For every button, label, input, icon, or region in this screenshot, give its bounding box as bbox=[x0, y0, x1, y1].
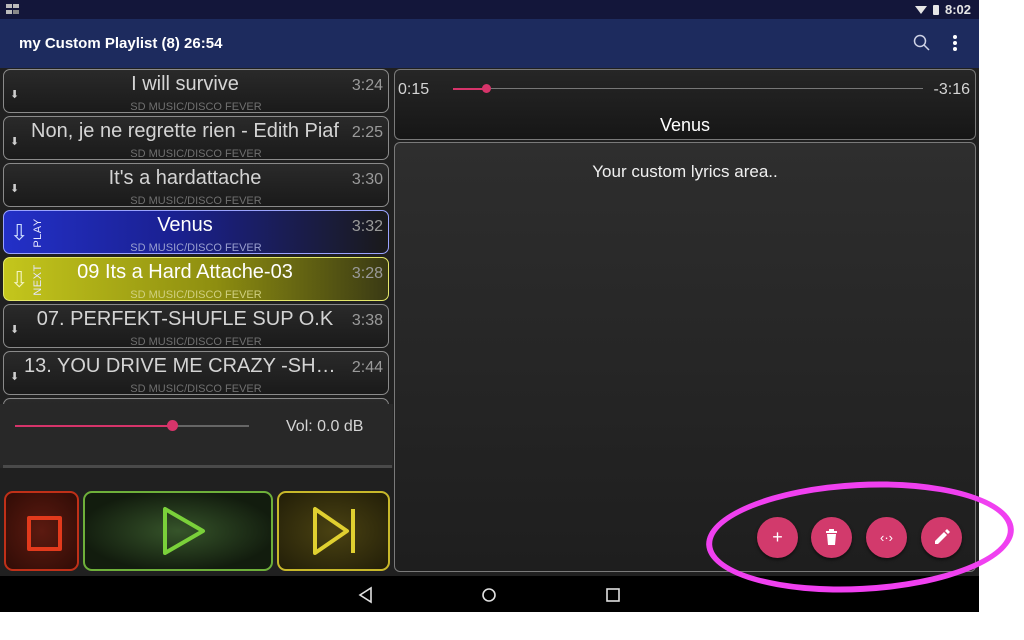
playlist: ⬇ I will survive 3:24 SD MUSIC/DISCO FEV… bbox=[3, 69, 391, 404]
playlist-item[interactable]: ⬇ Non, je ne regrette rien - Edith Piaf … bbox=[3, 116, 389, 160]
playlist-item[interactable]: ⬇ 13. YOU DRIVE ME CRAZY -SHAC… 2:44 SD … bbox=[3, 351, 389, 395]
drag-arrow-icon[interactable]: ⬇ bbox=[10, 370, 19, 383]
drag-arrow-icon[interactable]: ⬇ bbox=[10, 88, 19, 101]
elapsed-time: 0:15 bbox=[398, 81, 430, 98]
divider bbox=[3, 465, 392, 468]
track-duration: 3:38 bbox=[351, 312, 383, 329]
swap-icon: ‹·› bbox=[880, 530, 893, 545]
lyrics-area[interactable]: Your custom lyrics area.. bbox=[394, 142, 976, 572]
device-screen: 8:02 my Custom Playlist (8) 26:54 ⬇ I wi… bbox=[0, 0, 979, 612]
track-folder: SD MUSIC/DISCO FEVER bbox=[130, 383, 262, 395]
status-time: 8:02 bbox=[944, 2, 971, 17]
track-folder: SD MUSIC/DISCO FEVER bbox=[130, 101, 262, 113]
back-icon[interactable] bbox=[355, 584, 377, 606]
seek-slider[interactable] bbox=[453, 84, 923, 93]
app-bar: my Custom Playlist (8) 26:54 bbox=[0, 19, 979, 68]
track-folder: SD MUSIC/DISCO FEVER bbox=[130, 148, 262, 160]
add-button[interactable]: + bbox=[757, 517, 798, 558]
pencil-icon bbox=[935, 529, 950, 544]
remaining-time: -3:16 bbox=[933, 81, 970, 98]
track-title: I will survive bbox=[131, 73, 239, 95]
track-duration: 2:25 bbox=[351, 124, 383, 141]
track-title: It's a hardattache bbox=[108, 167, 262, 189]
volume-slider-fill bbox=[15, 425, 172, 427]
playlist-title: my Custom Playlist (8) 26:54 bbox=[19, 35, 223, 52]
volume-label: Vol: 0.0 dB bbox=[286, 418, 364, 435]
playlist-item-playing[interactable]: ⇩ PLAY Venus 3:32 SD MUSIC/DISCO FEVER bbox=[3, 210, 389, 254]
track-duration: 3:30 bbox=[351, 171, 383, 188]
seek-slider-fill bbox=[453, 88, 486, 90]
track-folder: SD MUSIC/DISCO FEVER bbox=[130, 336, 262, 348]
track-folder: SD MUSIC/DISCO FEVER bbox=[130, 195, 262, 207]
track-duration: 3:32 bbox=[351, 218, 383, 235]
recents-icon[interactable] bbox=[602, 584, 624, 606]
volume-slider[interactable] bbox=[15, 420, 249, 431]
track-title: Venus bbox=[157, 214, 213, 236]
track-title: Non, je ne regrette rien - Edith Piaf bbox=[31, 120, 339, 142]
plus-icon: + bbox=[772, 527, 783, 547]
play-button[interactable] bbox=[83, 491, 273, 571]
skip-next-icon bbox=[313, 507, 355, 555]
trash-icon bbox=[826, 529, 837, 545]
status-bar: 8:02 bbox=[0, 0, 979, 19]
volume-panel: Vol: 0.0 dB bbox=[0, 404, 393, 468]
system-nav-bar bbox=[0, 576, 979, 612]
drag-arrow-icon[interactable]: ⬇ bbox=[10, 182, 19, 195]
search-icon[interactable] bbox=[912, 33, 932, 53]
track-duration: 3:24 bbox=[351, 77, 383, 94]
wifi-icon bbox=[914, 5, 927, 14]
swap-button[interactable]: ‹·› bbox=[866, 517, 907, 558]
playlist-item[interactable]: ⬇ 07. PERFEKT-SHUFLE SUP O.K 3:38 SD MUS… bbox=[3, 304, 389, 348]
edit-button[interactable] bbox=[921, 517, 962, 558]
stop-button[interactable] bbox=[4, 491, 79, 571]
track-title: 13. YOU DRIVE ME CRAZY -SHAC… bbox=[24, 355, 346, 377]
notification-icon bbox=[6, 4, 19, 14]
playlist-item[interactable]: ⬇ I will survive 3:24 SD MUSIC/DISCO FEV… bbox=[3, 69, 389, 113]
drag-arrow-icon[interactable]: ⬇ bbox=[10, 135, 19, 148]
play-icon bbox=[163, 507, 205, 555]
lyrics-placeholder: Your custom lyrics area.. bbox=[592, 162, 778, 181]
track-title: 09 Its a Hard Attache-03 bbox=[77, 261, 293, 283]
now-playing-title: Venus bbox=[659, 115, 711, 135]
battery-icon bbox=[932, 4, 939, 15]
track-duration: 3:28 bbox=[351, 265, 383, 282]
next-button[interactable] bbox=[277, 491, 390, 571]
track-duration: 2:44 bbox=[351, 359, 383, 376]
more-options-icon[interactable] bbox=[946, 33, 964, 53]
track-title: 07. PERFEKT-SHUFLE SUP O.K bbox=[36, 308, 334, 330]
seek-panel: 0:15 -3:16 Venus bbox=[394, 69, 976, 140]
track-folder: SD MUSIC/DISCO FEVER bbox=[130, 289, 262, 301]
delete-button[interactable] bbox=[811, 517, 852, 558]
stop-icon bbox=[27, 516, 62, 551]
home-icon[interactable] bbox=[478, 584, 500, 606]
playlist-item[interactable]: ⬇ It's a hardattache 3:30 SD MUSIC/DISCO… bbox=[3, 163, 389, 207]
track-folder: SD MUSIC/DISCO FEVER bbox=[130, 242, 262, 254]
volume-slider-thumb[interactable] bbox=[166, 420, 178, 431]
playlist-item-next[interactable]: ⇩ NEXT 09 Its a Hard Attache-03 3:28 SD … bbox=[3, 257, 389, 301]
drag-arrow-icon[interactable]: ⬇ bbox=[10, 323, 19, 336]
seek-slider-thumb[interactable] bbox=[481, 84, 491, 93]
